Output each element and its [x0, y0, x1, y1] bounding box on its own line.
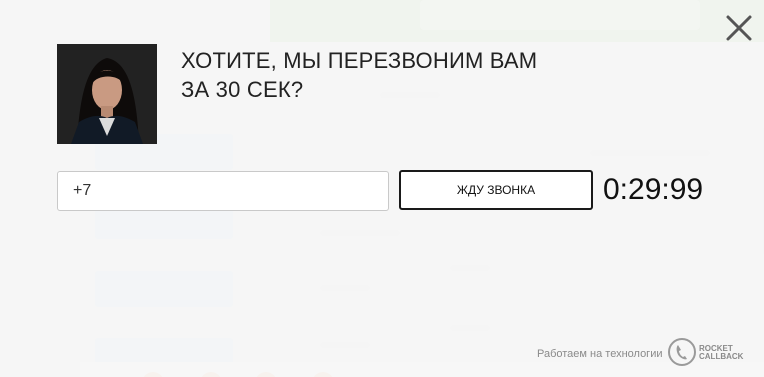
rocket-callback-logo[interactable]: ROCKET CALLBACK: [668, 338, 748, 370]
popup-title-line: ЗА 30 СЕК?: [181, 77, 304, 102]
close-icon: [726, 15, 752, 41]
call-me-button[interactable]: ЖДУ ЗВОНКА: [399, 170, 593, 210]
operator-avatar: [57, 44, 157, 144]
logo-circle: [668, 338, 696, 366]
popup-title-line: ХОТИТЕ, МЫ ПЕРЕЗВОНИМ ВАМ: [181, 48, 538, 73]
countdown-timer: 0:29:99: [603, 173, 704, 206]
phone-input[interactable]: [57, 171, 389, 211]
popup-title: ХОТИТЕ, МЫ ПЕРЕЗВОНИМ ВАМ ЗА 30 СЕК?: [181, 46, 561, 104]
close-button[interactable]: [722, 11, 756, 45]
powered-by-text: Работаем на технологии: [537, 348, 663, 360]
logo-text: ROCKET CALLBACK: [699, 345, 743, 361]
logo-line: CALLBACK: [699, 352, 744, 361]
phone-icon: [676, 345, 687, 360]
callback-popup: ХОТИТЕ, МЫ ПЕРЕЗВОНИМ ВАМ ЗА 30 СЕК? ЖДУ…: [0, 0, 764, 377]
